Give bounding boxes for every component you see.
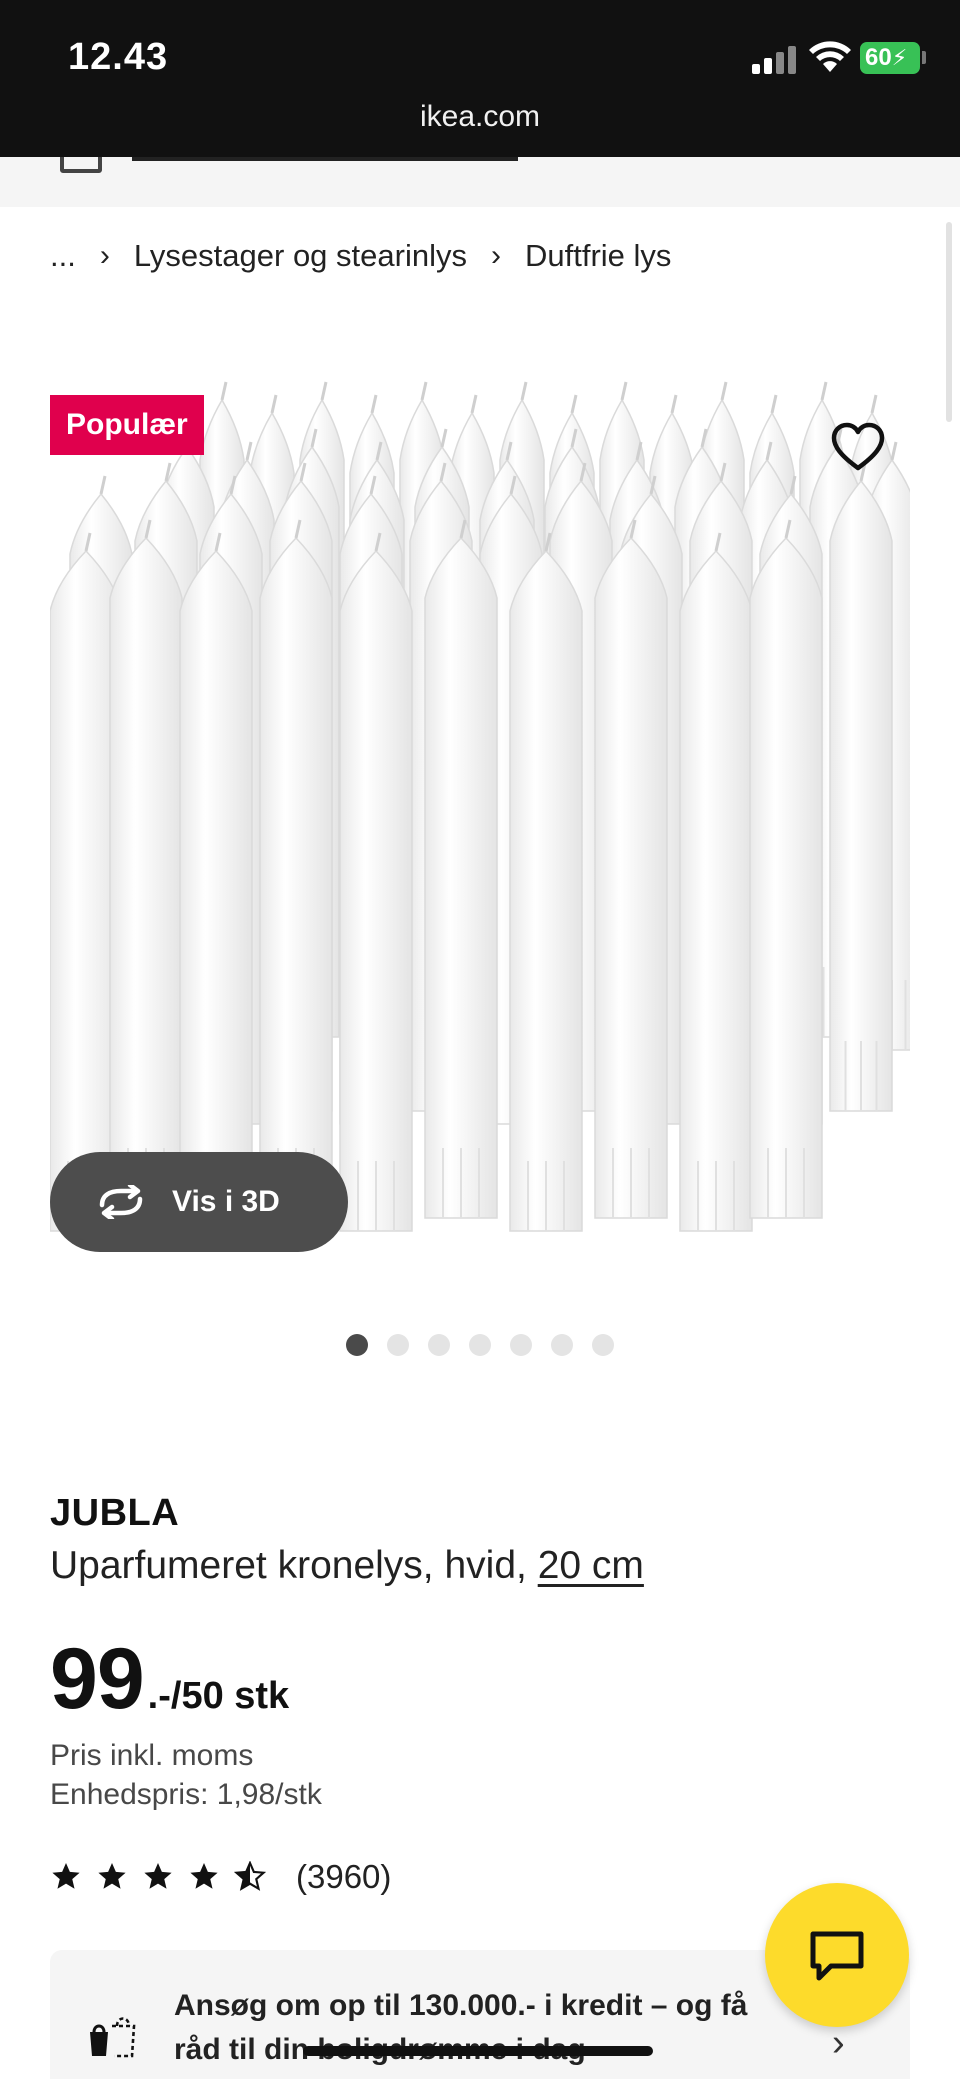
star-icon — [98, 1863, 126, 1889]
candle — [259, 519, 333, 1219]
candle — [509, 532, 583, 1232]
chevron-right-icon: › — [490, 239, 501, 272]
redaction-strike — [303, 2046, 653, 2056]
carousel-dot[interactable] — [551, 1334, 573, 1356]
price-suffix: .-/50 stk — [147, 1675, 290, 1717]
header-icon-fragment — [60, 157, 102, 173]
price-vat-note: Pris inkl. moms — [50, 1739, 254, 1772]
breadcrumb: ... › Lysestager og stearinlys › Duftfri… — [50, 238, 671, 274]
charging-bolt-icon: ⚡ — [891, 45, 908, 70]
popular-badge: Populær — [50, 395, 204, 455]
candle — [679, 532, 753, 1232]
heart-icon[interactable] — [828, 418, 888, 478]
page-scrollbar[interactable] — [946, 222, 952, 422]
header-fragment — [0, 157, 960, 207]
rating[interactable]: (3960) — [50, 1858, 391, 1896]
candle — [594, 519, 668, 1219]
battery-tip — [922, 51, 926, 64]
header-line-fragment — [132, 157, 518, 161]
breadcrumb-item-candle-holders[interactable]: Lysestager og stearinlys — [134, 238, 467, 274]
chat-icon — [810, 1931, 864, 1981]
star-icon — [144, 1863, 172, 1889]
battery-indicator: 60⚡ — [860, 42, 920, 74]
status-time: 12.43 — [68, 36, 169, 78]
candle — [109, 519, 183, 1219]
credit-text: Ansøg om op til 130.000.- i kredit – og … — [174, 1984, 854, 2072]
unit-price: Enhedspris: 1,98/stk — [50, 1778, 322, 1811]
product-description: Uparfumeret kronelys, hvid, 20 cm — [50, 1544, 644, 1588]
carousel-dots — [0, 1334, 960, 1356]
view-3d-label: Vis i 3D — [172, 1185, 280, 1218]
chevron-right-icon: › — [99, 239, 110, 272]
candle — [829, 462, 893, 1112]
star-icon — [52, 1863, 80, 1889]
breadcrumb-item-unscented-candles[interactable]: Duftfrie lys — [525, 238, 671, 274]
carousel-dot[interactable] — [387, 1334, 409, 1356]
chevron-right-icon: › — [832, 2022, 845, 2064]
product-size-link[interactable]: 20 cm — [538, 1544, 644, 1587]
status-bar: 12.43 60⚡ ikea.com — [0, 0, 960, 157]
price-main: 99 — [50, 1631, 145, 1727]
credit-line-1: Ansøg om op til 130.000.- i kredit – og … — [174, 1989, 748, 2022]
url-bar[interactable]: ikea.com — [0, 100, 960, 134]
breadcrumb-ellipsis[interactable]: ... — [50, 238, 76, 274]
battery-level: 60 — [865, 44, 892, 71]
rating-count: (3960) — [296, 1858, 392, 1895]
price-notes: Pris inkl. moms Enhedspris: 1,98/stk — [50, 1736, 322, 1814]
carousel-dot[interactable] — [510, 1334, 532, 1356]
carousel-dot[interactable] — [592, 1334, 614, 1356]
product-description-text: Uparfumeret kronelys, hvid, — [50, 1544, 538, 1587]
star-icon — [234, 1861, 266, 1891]
candle — [179, 532, 253, 1232]
wifi-icon — [809, 41, 851, 72]
candle — [749, 519, 823, 1219]
shopping-bag-icon — [90, 2017, 136, 2058]
product-name: JUBLA — [50, 1492, 180, 1534]
chat-button[interactable] — [765, 1883, 909, 2027]
rating-stars — [50, 1861, 266, 1893]
price: 99 .-/50 stk — [50, 1630, 289, 1729]
carousel-dot[interactable] — [428, 1334, 450, 1356]
candle — [424, 519, 498, 1219]
carousel-dot[interactable] — [469, 1334, 491, 1356]
star-icon — [190, 1863, 218, 1889]
cellular-signal-icon — [752, 44, 798, 74]
carousel-dot[interactable] — [346, 1334, 368, 1356]
candle — [339, 532, 413, 1232]
rotate-3d-icon — [99, 1185, 143, 1219]
view-3d-button[interactable]: Vis i 3D — [50, 1152, 348, 1252]
